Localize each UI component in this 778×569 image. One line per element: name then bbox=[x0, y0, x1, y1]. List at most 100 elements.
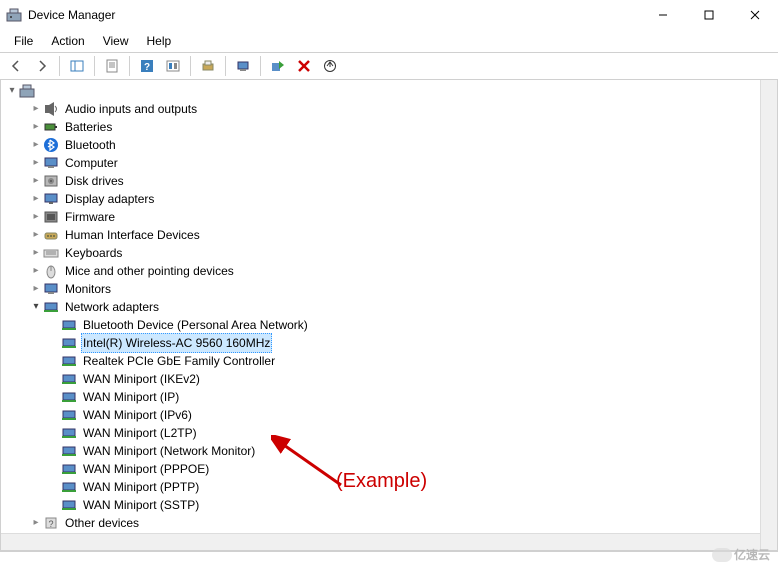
net-adapter-icon bbox=[61, 407, 77, 423]
net-adapter-icon bbox=[61, 479, 77, 495]
network-icon bbox=[43, 299, 59, 315]
tree-node-label: WAN Miniport (IKEv2) bbox=[81, 369, 202, 389]
vertical-scrollbar[interactable] bbox=[760, 80, 777, 550]
net-adapter-icon bbox=[61, 389, 77, 405]
tree-node-label: Computer bbox=[63, 153, 120, 173]
mouse-icon bbox=[43, 263, 59, 279]
tree-node-label: Keyboards bbox=[63, 243, 124, 263]
scan-button[interactable] bbox=[231, 54, 255, 78]
net-adapter-icon bbox=[61, 461, 77, 477]
tree-node[interactable]: ▸Realtek PCIe GbE Family Controller bbox=[5, 352, 777, 370]
tree-node-label: Audio inputs and outputs bbox=[63, 99, 199, 119]
tree-node-label: Mice and other pointing devices bbox=[63, 261, 236, 281]
tree-node[interactable]: ▸ Firmware bbox=[5, 208, 777, 226]
menu-help[interactable]: Help bbox=[139, 32, 180, 50]
device-tree[interactable]: ▾ ▸Audio inputs and outputs▸Batteries▸Bl… bbox=[1, 80, 777, 550]
tree-node[interactable]: ▸WAN Miniport (PPTP) bbox=[5, 478, 777, 496]
tree-node[interactable]: ▸ Mice and other pointing devices bbox=[5, 262, 777, 280]
firmware-icon bbox=[43, 209, 59, 225]
tree-node-label: Other devices bbox=[63, 513, 141, 533]
chevron-right-icon[interactable]: ▸ bbox=[29, 210, 43, 224]
tree-node[interactable]: ▸Monitors bbox=[5, 280, 777, 298]
net-adapter-icon bbox=[61, 425, 77, 441]
action-button[interactable] bbox=[161, 54, 185, 78]
chevron-right-icon[interactable]: ▸ bbox=[29, 174, 43, 188]
tree-node[interactable]: ▸ Audio inputs and outputs bbox=[5, 100, 777, 118]
tree-node-label: Intel(R) Wireless-AC 9560 160MHz bbox=[81, 333, 272, 353]
tree-node[interactable]: ▸ Display adapters bbox=[5, 190, 777, 208]
toolbar: ? bbox=[0, 52, 778, 80]
computer-icon bbox=[43, 155, 59, 171]
battery-icon bbox=[43, 119, 59, 135]
back-button[interactable] bbox=[4, 54, 28, 78]
device-tree-container: ▾ ▸Audio inputs and outputs▸Batteries▸Bl… bbox=[0, 80, 778, 551]
menu-view[interactable]: View bbox=[95, 32, 137, 50]
tree-node-label: WAN Miniport (SSTP) bbox=[81, 495, 201, 515]
tree-node[interactable]: ▸WAN Miniport (Network Monitor) bbox=[5, 442, 777, 460]
net-adapter-icon bbox=[61, 371, 77, 387]
tree-node[interactable]: ▸WAN Miniport (L2TP) bbox=[5, 424, 777, 442]
audio-icon bbox=[43, 101, 59, 117]
tree-node[interactable]: ▸WAN Miniport (SSTP) bbox=[5, 496, 777, 514]
svg-text:?: ? bbox=[144, 62, 150, 73]
tree-node[interactable]: ▸? Other devices bbox=[5, 514, 777, 532]
menu-file[interactable]: File bbox=[6, 32, 41, 50]
uninstall-button[interactable] bbox=[292, 54, 316, 78]
chevron-right-icon[interactable]: ▸ bbox=[29, 120, 43, 134]
tree-node-label: Realtek PCIe GbE Family Controller bbox=[81, 351, 277, 371]
chevron-right-icon[interactable]: ▸ bbox=[29, 192, 43, 206]
tree-node-label: Display adapters bbox=[63, 189, 156, 209]
tree-node-label: WAN Miniport (PPTP) bbox=[81, 477, 201, 497]
tree-node-label: Bluetooth Device (Personal Area Network) bbox=[81, 315, 310, 335]
hid-icon bbox=[43, 227, 59, 243]
tree-node[interactable]: ▸Intel(R) Wireless-AC 9560 160MHz bbox=[5, 334, 777, 352]
monitor-icon bbox=[43, 281, 59, 297]
tree-node[interactable]: ▸WAN Miniport (IKEv2) bbox=[5, 370, 777, 388]
chevron-right-icon[interactable]: ▸ bbox=[29, 156, 43, 170]
forward-button[interactable] bbox=[30, 54, 54, 78]
chevron-down-icon[interactable]: ▾ bbox=[29, 300, 43, 314]
keyboard-icon bbox=[43, 245, 59, 261]
tree-node[interactable]: ▸WAN Miniport (IPv6) bbox=[5, 406, 777, 424]
chevron-right-icon[interactable]: ▸ bbox=[29, 228, 43, 242]
chevron-down-icon[interactable]: ▾ bbox=[5, 84, 19, 98]
close-button[interactable] bbox=[732, 0, 778, 30]
tree-node[interactable]: ▸ Computer bbox=[5, 154, 777, 172]
menu-action[interactable]: Action bbox=[43, 32, 92, 50]
update-driver-button[interactable] bbox=[318, 54, 342, 78]
minimize-button[interactable] bbox=[640, 0, 686, 30]
tree-node[interactable]: ▸Bluetooth bbox=[5, 136, 777, 154]
tree-node[interactable]: ▸WAN Miniport (PPPOE) bbox=[5, 460, 777, 478]
tree-node[interactable]: ▸Batteries bbox=[5, 118, 777, 136]
chevron-right-icon[interactable]: ▸ bbox=[29, 246, 43, 260]
horizontal-scrollbar[interactable] bbox=[1, 533, 760, 550]
tree-node[interactable]: ▸Bluetooth Device (Personal Area Network… bbox=[5, 316, 777, 334]
tree-node[interactable]: ▸ Human Interface Devices bbox=[5, 226, 777, 244]
enable-button[interactable] bbox=[266, 54, 290, 78]
show-hide-console-button[interactable] bbox=[65, 54, 89, 78]
tree-root[interactable]: ▾ bbox=[5, 82, 777, 100]
chevron-right-icon[interactable]: ▸ bbox=[29, 516, 43, 530]
maximize-button[interactable] bbox=[686, 0, 732, 30]
window-title: Device Manager bbox=[28, 8, 115, 22]
help-button[interactable]: ? bbox=[135, 54, 159, 78]
window-titlebar: Device Manager bbox=[0, 0, 778, 30]
tree-node[interactable]: ▾Network adapters bbox=[5, 298, 777, 316]
chevron-right-icon[interactable]: ▸ bbox=[29, 282, 43, 296]
tree-node[interactable]: ▸ Disk drives bbox=[5, 172, 777, 190]
tree-node-label: Human Interface Devices bbox=[63, 225, 202, 245]
computer-root-icon bbox=[19, 83, 35, 99]
tree-node[interactable]: ▸ Keyboards bbox=[5, 244, 777, 262]
print-button[interactable] bbox=[196, 54, 220, 78]
chevron-right-icon[interactable]: ▸ bbox=[29, 102, 43, 116]
tree-node[interactable]: ▸WAN Miniport (IP) bbox=[5, 388, 777, 406]
chevron-right-icon[interactable]: ▸ bbox=[29, 138, 43, 152]
tree-root-label bbox=[39, 90, 43, 92]
chevron-right-icon[interactable]: ▸ bbox=[29, 264, 43, 278]
tree-node-label: Firmware bbox=[63, 207, 117, 227]
svg-text:?: ? bbox=[48, 519, 53, 529]
tree-node-label: WAN Miniport (IP) bbox=[81, 387, 181, 407]
properties-button[interactable] bbox=[100, 54, 124, 78]
other-icon: ? bbox=[43, 515, 59, 531]
tree-node-label: Disk drives bbox=[63, 171, 126, 191]
